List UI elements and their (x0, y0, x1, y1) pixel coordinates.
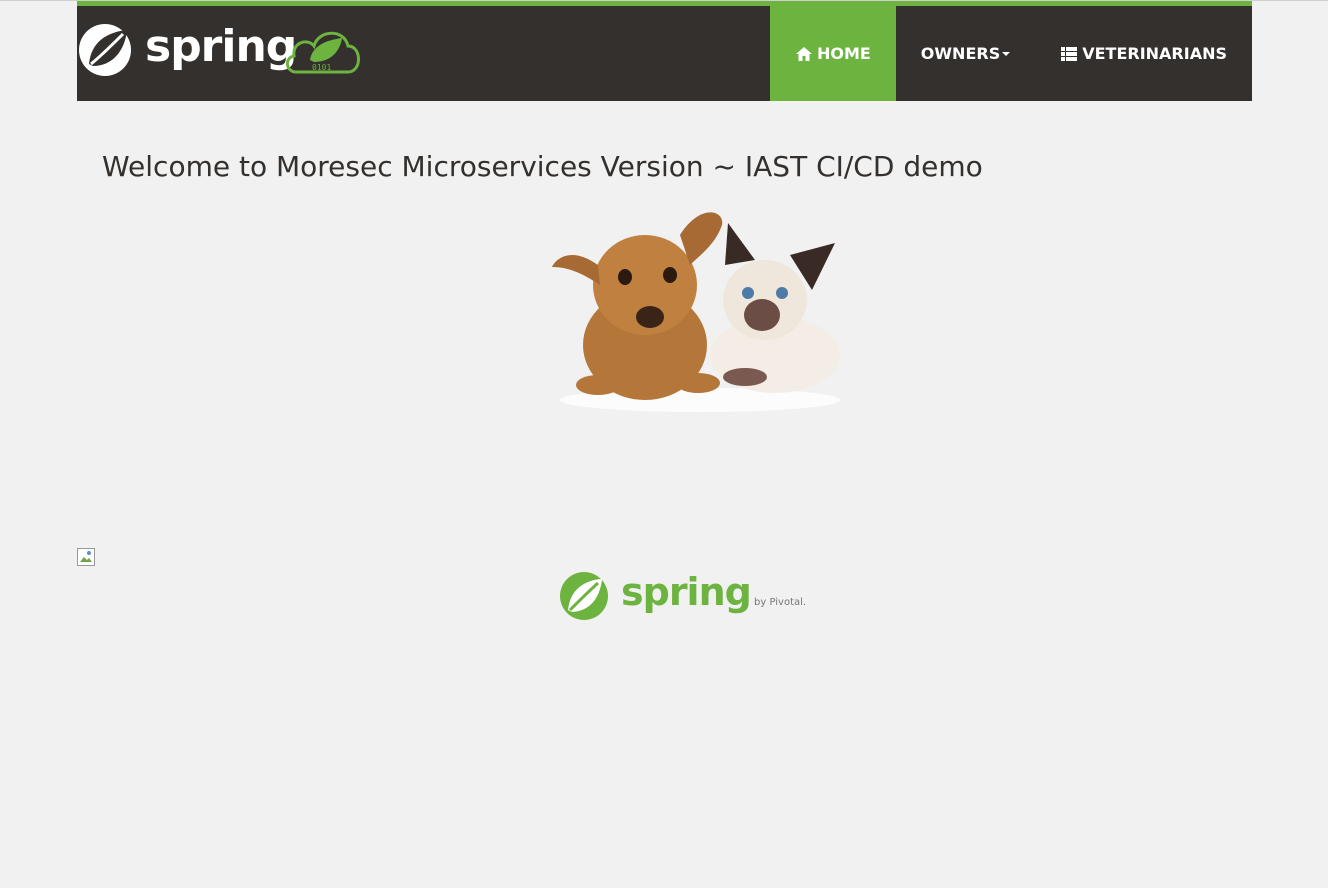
footer-by-pivotal: by Pivotal. (754, 597, 807, 608)
brand-logo[interactable]: spring 0101 (77, 16, 367, 82)
list-icon (1060, 46, 1078, 62)
chevron-down-icon (1002, 51, 1011, 56)
cloud-digits: 0101 (312, 63, 331, 72)
pets-image (552, 212, 840, 412)
broken-image-icon (77, 548, 95, 566)
navbar: spring 0101 HOME OWNERS VETERINARIANS (77, 1, 1252, 101)
nav-veterinarians[interactable]: VETERINARIANS (1035, 6, 1252, 101)
footer-logo: spring by Pivotal. (558, 570, 818, 622)
nav-home[interactable]: HOME (769, 6, 896, 101)
spring-leaf-icon (79, 24, 131, 76)
spring-footer-leaf-icon (560, 572, 608, 620)
nav-owners-label: OWNERS (920, 44, 1001, 63)
cloud-leaf-icon: 0101 (286, 31, 360, 74)
home-icon (795, 46, 813, 62)
nav-home-label: HOME (816, 44, 871, 63)
nav-veterinarians-label: VETERINARIANS (1082, 44, 1227, 63)
brand-wordmark: spring (145, 21, 297, 72)
page-title: Welcome to Moresec Microservices Version… (102, 150, 983, 183)
nav-owners[interactable]: OWNERS (896, 6, 1035, 101)
main-nav: HOME OWNERS VETERINARIANS (769, 6, 1252, 101)
footer-wordmark: spring (621, 570, 752, 614)
